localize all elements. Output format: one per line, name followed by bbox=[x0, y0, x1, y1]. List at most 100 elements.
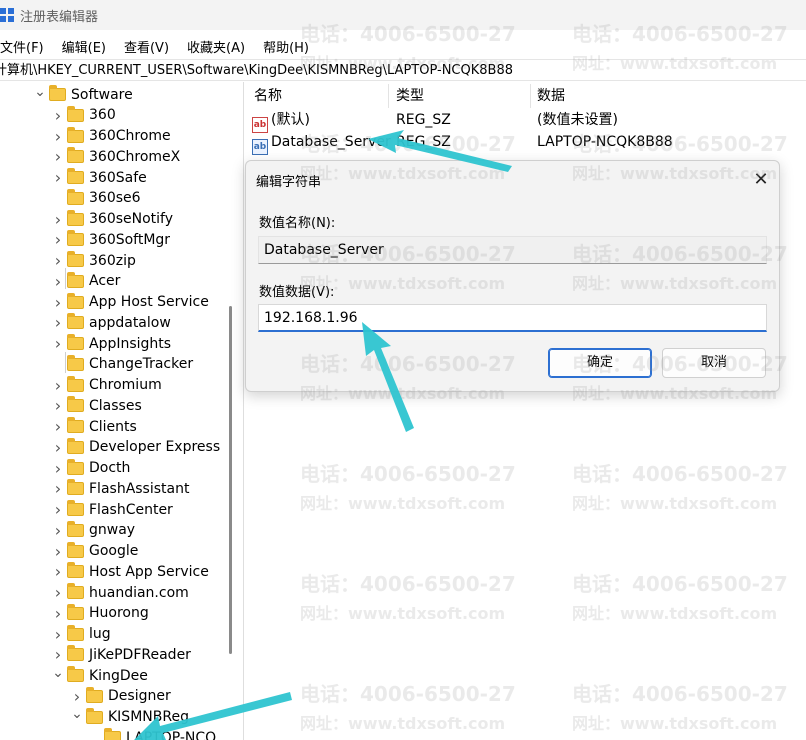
tree-item[interactable]: ChangeTracker bbox=[52, 354, 193, 375]
tree-item[interactable]: › 360ChromeX bbox=[52, 146, 180, 167]
chevron-right-icon[interactable]: › bbox=[52, 645, 64, 664]
chevron-right-icon[interactable]: › bbox=[52, 272, 64, 291]
regedit-app-icon bbox=[0, 8, 14, 22]
menu-view[interactable]: 查看(V) bbox=[124, 37, 177, 56]
chevron-right-icon[interactable]: › bbox=[52, 251, 64, 270]
column-header-name[interactable]: 名称 bbox=[254, 82, 282, 110]
tree-item[interactable]: › AppInsights bbox=[52, 333, 171, 354]
tree-item[interactable]: 360se6 bbox=[52, 188, 141, 209]
chevron-right-icon[interactable]: › bbox=[52, 230, 64, 249]
chevron-right-icon[interactable]: › bbox=[52, 562, 64, 581]
chevron-right-icon[interactable]: › bbox=[52, 479, 64, 498]
tree-item-label: AppInsights bbox=[89, 335, 172, 352]
tree-item-label: Developer Express bbox=[89, 439, 221, 456]
tree-item[interactable]: › JiKePDFReader bbox=[52, 644, 191, 665]
chevron-right-icon[interactable]: › bbox=[52, 210, 64, 229]
chevron-right-icon[interactable]: › bbox=[52, 542, 64, 561]
tree-item[interactable]: › 360Chrome bbox=[52, 126, 171, 147]
tree-item[interactable]: › 360Safe bbox=[52, 167, 147, 188]
folder-icon bbox=[67, 666, 84, 682]
chevron-right-icon[interactable]: › bbox=[52, 313, 64, 332]
tree-item[interactable]: ⌄ KingDee bbox=[52, 665, 148, 686]
chevron-right-icon[interactable]: › bbox=[52, 106, 64, 125]
tree-item[interactable]: › appdatalow bbox=[52, 312, 171, 333]
tree-item[interactable]: › App Host Service bbox=[52, 292, 209, 313]
tree-item[interactable]: › huandian.com bbox=[52, 582, 189, 603]
chevron-down-icon[interactable]: ⌄ bbox=[71, 706, 83, 722]
chevron-right-icon[interactable]: › bbox=[52, 417, 64, 436]
chevron-right-icon[interactable]: › bbox=[52, 521, 64, 540]
chevron-right-icon[interactable]: › bbox=[71, 687, 83, 706]
chevron-right-icon[interactable]: › bbox=[52, 625, 64, 644]
menu-edit[interactable]: 编辑(E) bbox=[62, 37, 114, 56]
chevron-right-icon[interactable]: › bbox=[52, 147, 64, 166]
tree-item-label: JiKePDFReader bbox=[89, 646, 191, 663]
chevron-right-icon[interactable]: › bbox=[52, 168, 64, 187]
chevron-right-icon[interactable]: › bbox=[52, 127, 64, 146]
value-row[interactable]: ab Database_Server bbox=[252, 131, 391, 155]
folder-icon bbox=[67, 562, 84, 579]
tree-item[interactable]: › Developer Express bbox=[52, 437, 220, 458]
tree-item-label: huandian.com bbox=[89, 584, 189, 601]
tree-item-label: Docth bbox=[89, 460, 131, 476]
tree-item[interactable]: › 360zip bbox=[52, 250, 136, 271]
tree-item[interactable]: › Chromium bbox=[52, 375, 162, 396]
close-icon[interactable]: ✕ bbox=[750, 169, 772, 191]
tree-item[interactable]: LAPTOP-NCQ bbox=[89, 727, 216, 740]
tree-item[interactable]: › Clients bbox=[52, 416, 137, 437]
value-name: Database_Server bbox=[271, 134, 391, 150]
tree-item[interactable]: › Classes bbox=[52, 395, 142, 416]
chevron-down-icon[interactable]: ⌄ bbox=[52, 665, 64, 681]
tree-item-label: Clients bbox=[89, 418, 137, 435]
tree-item[interactable]: › Designer bbox=[71, 686, 171, 707]
tree-item[interactable]: › Acer bbox=[52, 271, 120, 292]
tree-item[interactable]: › Huorong bbox=[52, 603, 149, 624]
tree-item[interactable]: › FlashCenter bbox=[52, 499, 173, 520]
tree-item[interactable]: › Docth bbox=[52, 458, 130, 479]
tree-item[interactable]: › 360seNotify bbox=[52, 209, 173, 230]
chevron-right-icon[interactable]: › bbox=[52, 583, 64, 602]
chevron-right-icon[interactable]: › bbox=[52, 293, 64, 312]
chevron-right-icon[interactable]: › bbox=[52, 438, 64, 457]
folder-icon bbox=[67, 126, 84, 143]
column-separator[interactable] bbox=[388, 84, 389, 108]
chevron-right-icon[interactable]: › bbox=[52, 376, 64, 395]
column-header-data[interactable]: 数据 bbox=[537, 82, 565, 110]
menu-help[interactable]: 帮助(H) bbox=[263, 37, 317, 56]
column-separator[interactable] bbox=[530, 84, 531, 108]
address-bar[interactable]: 计算机\HKEY_CURRENT_USER\Software\KingDee\K… bbox=[0, 59, 806, 81]
value-data-field[interactable]: 192.168.1.96 bbox=[258, 304, 767, 332]
tree-item[interactable]: › lug bbox=[52, 624, 111, 645]
chevron-right-icon[interactable]: › bbox=[52, 396, 64, 415]
tree-item[interactable]: ⌄ Software bbox=[34, 84, 133, 105]
folder-icon bbox=[67, 541, 84, 558]
tree-item[interactable]: ⌄ KISMNBReg bbox=[71, 706, 189, 728]
tree-item[interactable]: › FlashAssistant bbox=[52, 478, 189, 499]
key-tree: ⌄ Software › 360 › 360Chrome › 360ChromeX › 360Sa… bbox=[0, 82, 244, 740]
value-row[interactable]: ab (默认) bbox=[252, 109, 310, 133]
column-header-type[interactable]: 类型 bbox=[396, 82, 424, 110]
chevron-down-icon[interactable]: ⌄ bbox=[34, 84, 46, 100]
tree-item[interactable]: › Host App Service bbox=[52, 561, 209, 582]
cancel-button[interactable]: 取消 bbox=[662, 348, 766, 378]
menu-file[interactable]: 文件(F) bbox=[0, 37, 52, 56]
folder-icon bbox=[67, 396, 84, 413]
tree-item[interactable]: › gnway bbox=[52, 520, 135, 541]
ok-button[interactable]: 确定 bbox=[548, 348, 652, 378]
window-title: 注册表编辑器 bbox=[20, 9, 99, 25]
value-type: REG_SZ bbox=[396, 134, 451, 150]
menu-favorites[interactable]: 收藏夹(A) bbox=[187, 37, 253, 56]
chevron-right-icon[interactable]: › bbox=[52, 500, 64, 519]
tree-item[interactable]: › 360SoftMgr bbox=[52, 229, 170, 250]
folder-icon bbox=[67, 188, 84, 205]
folder-icon bbox=[86, 707, 103, 724]
value-name-field[interactable]: Database_Server bbox=[258, 236, 767, 264]
chevron-right-icon[interactable]: › bbox=[52, 334, 64, 353]
chevron-right-icon[interactable]: › bbox=[52, 604, 64, 623]
folder-icon bbox=[67, 624, 84, 641]
tree-item[interactable]: › 360 bbox=[52, 105, 116, 126]
tree-scrollbar[interactable] bbox=[229, 306, 232, 654]
chevron-right-icon[interactable]: › bbox=[52, 459, 64, 478]
tree-item[interactable]: › Google bbox=[52, 541, 138, 562]
